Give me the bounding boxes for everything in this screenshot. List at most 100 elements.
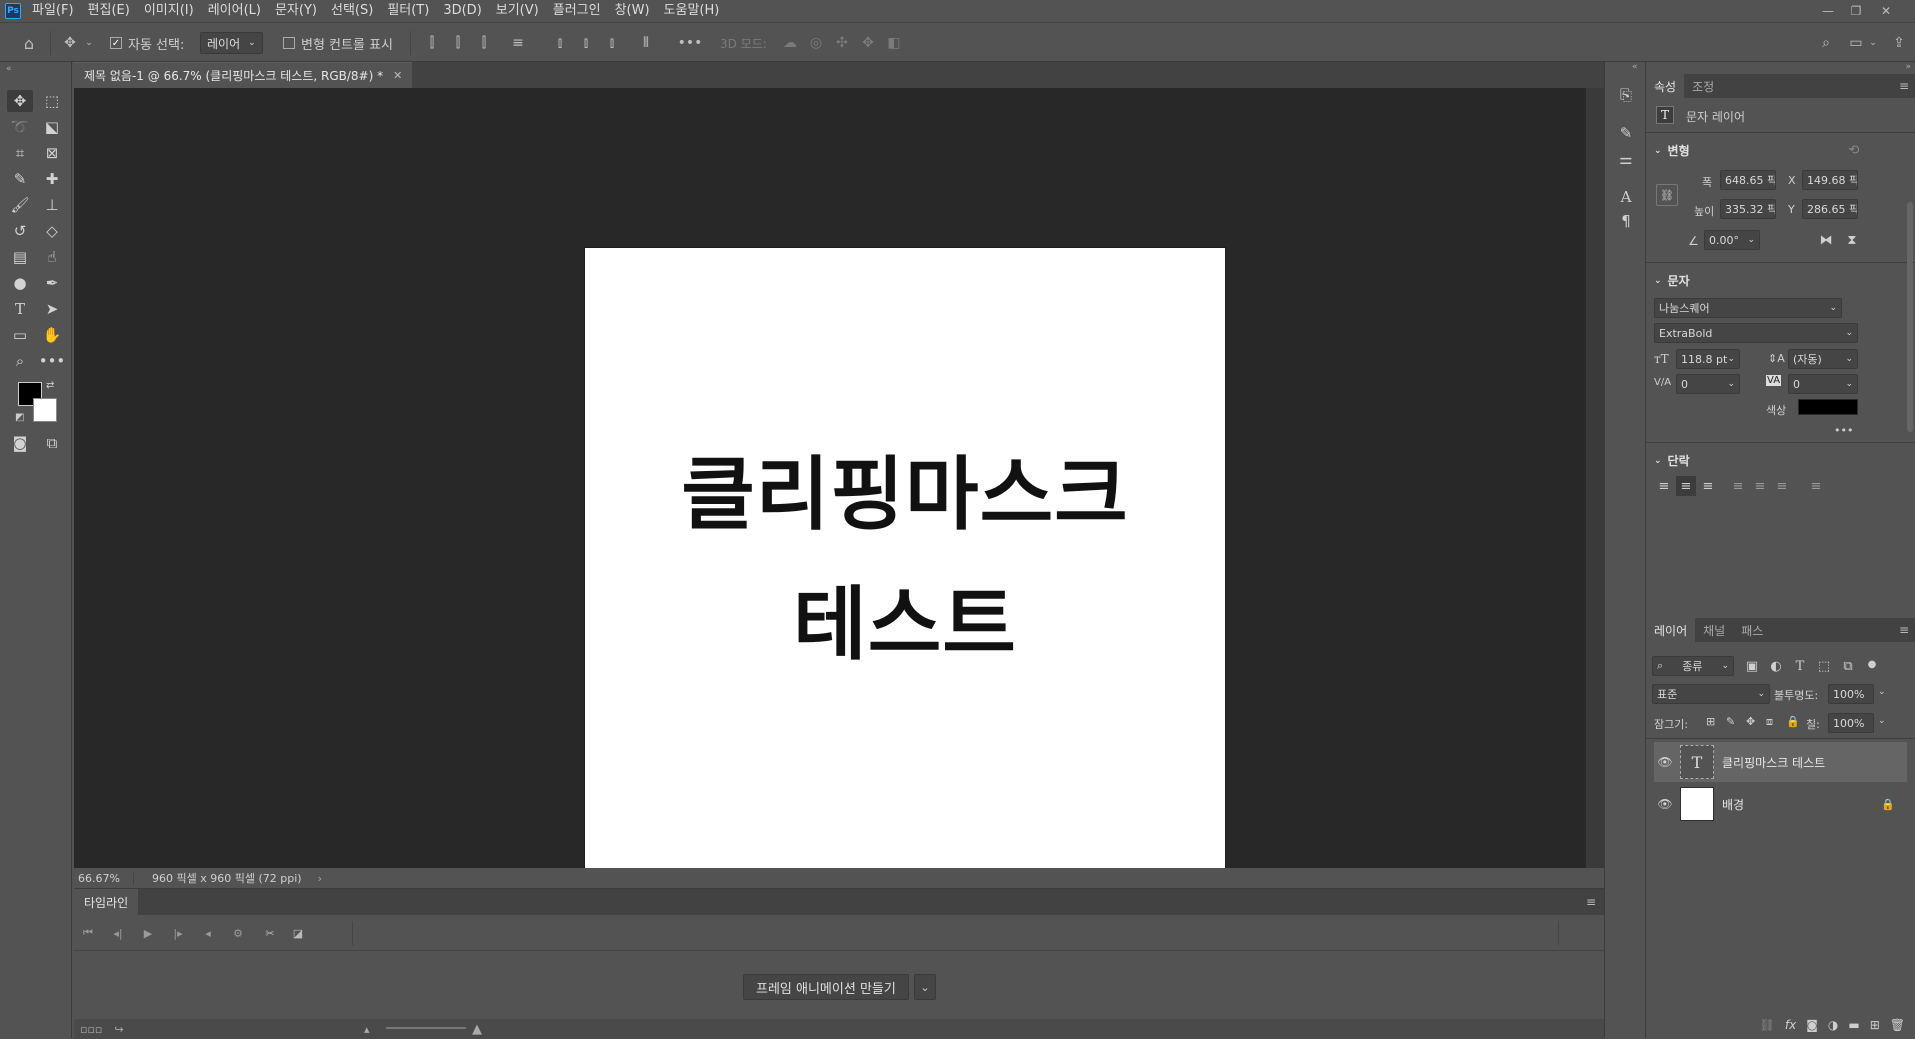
filter-toggle-icon[interactable]: ● <box>1862 654 1882 674</box>
paragraph-section-header[interactable]: ⌄ 단락 <box>1654 452 1690 469</box>
auto-select-checkbox[interactable]: ✓ 자동 선택: <box>110 23 184 63</box>
link-icon[interactable]: ⛓ <box>1656 184 1678 206</box>
text-color-swatch[interactable] <box>1798 399 1858 415</box>
layer-filter-dropdown[interactable]: ⌕ 종류 ⌄ <box>1652 656 1734 676</box>
width-field[interactable]: 648.65 픽셀 <box>1720 170 1776 190</box>
move-tool-icon[interactable]: ✥ <box>60 23 80 63</box>
flip-horizontal-icon[interactable]: ⧓ <box>1816 230 1836 250</box>
menu-3d[interactable]: 3D(D) <box>436 0 488 22</box>
close-window-icon[interactable]: ✕ <box>1873 0 1899 22</box>
close-tab-icon[interactable]: ✕ <box>393 69 402 82</box>
filter-shape-icon[interactable]: ⬚ <box>1814 656 1834 676</box>
swap-colors-icon[interactable]: ⇄ <box>46 380 54 391</box>
new-layer-icon[interactable]: ⊞ <box>1870 1018 1880 1032</box>
more-tools-icon[interactable]: ••• <box>39 350 66 372</box>
pen-tool-icon[interactable]: ✒ <box>39 272 65 294</box>
properties-scrollbar[interactable] <box>1907 202 1913 432</box>
play-icon[interactable]: ▶ <box>138 923 158 943</box>
flip-vertical-icon[interactable]: ⧗ <box>1842 230 1862 250</box>
layer-row-background[interactable]: 👁 배경 🔒 <box>1654 784 1907 824</box>
menu-edit[interactable]: 편집(E) <box>81 0 137 22</box>
canvas-text-line-2[interactable]: 테스트 <box>585 560 1225 676</box>
opacity-field[interactable]: 100% <box>1828 684 1874 704</box>
workspace-icon[interactable]: ▭ <box>1845 23 1867 63</box>
healing-brush-tool-icon[interactable]: ✚ <box>39 168 65 190</box>
more-options-icon[interactable]: ••• <box>1834 424 1853 437</box>
lock-artboard-icon[interactable]: ⧈ <box>1766 715 1773 729</box>
create-frame-animation-button[interactable]: 프레임 애니메이션 만들기 <box>743 974 909 1000</box>
align-center-horizontal-icon[interactable]: ⫿ <box>448 23 468 63</box>
menu-layer[interactable]: 레이어(L) <box>201 0 268 22</box>
adjustment-layer-icon[interactable]: ◑ <box>1828 1018 1838 1032</box>
menu-image[interactable]: 이미지(I) <box>137 0 201 22</box>
distribute-horizontal-icon[interactable]: ⦀ <box>636 23 656 63</box>
zoom-tool-icon[interactable]: ⌕ <box>7 350 33 372</box>
zoom-out-mountain-icon[interactable]: ▴ <box>364 1023 370 1036</box>
blend-mode-dropdown[interactable]: 표준 ⌄ <box>1652 684 1770 704</box>
tab-properties[interactable]: 속성 <box>1646 74 1685 98</box>
vertical-scrollbar[interactable] <box>1586 88 1604 868</box>
home-icon[interactable]: ⌂ <box>18 23 40 63</box>
default-colors-icon[interactable]: ◩ <box>15 412 24 423</box>
align-text-center-icon[interactable]: ≡ <box>1676 476 1696 496</box>
previous-frame-icon[interactable]: ◂| <box>108 923 128 943</box>
minimize-icon[interactable]: — <box>1815 0 1841 22</box>
history-brush-tool-icon[interactable]: ↺ <box>7 220 33 242</box>
first-frame-icon[interactable]: ⏮ <box>78 923 98 943</box>
3d-scale-icon[interactable]: ◧ <box>884 23 904 63</box>
canvas-text-line-1[interactable]: 클리핑마스크 <box>585 430 1225 546</box>
share-icon[interactable]: ⇪ <box>1888 23 1910 63</box>
checkbox-unchecked-icon[interactable] <box>283 37 295 49</box>
chevron-down-icon[interactable]: ⌄ <box>84 23 94 63</box>
add-mask-icon[interactable]: ◙ <box>1806 1018 1818 1032</box>
paragraph-panel-icon[interactable]: ¶ <box>1615 210 1637 232</box>
menu-window[interactable]: 창(W) <box>608 0 657 22</box>
align-bottom-icon[interactable]: ⫾ <box>602 23 622 63</box>
eraser-tool-icon[interactable]: ◇ <box>39 220 65 242</box>
panel-menu-icon[interactable]: ≡ <box>1586 895 1596 909</box>
move-tool-icon[interactable]: ✥ <box>7 90 33 112</box>
search-icon[interactable]: ⌕ <box>1815 23 1837 63</box>
object-selection-tool-icon[interactable]: ⬕ <box>39 116 65 138</box>
panel-menu-icon[interactable]: ≡ <box>1899 623 1909 637</box>
x-position-field[interactable]: 149.68 픽셀 <box>1802 170 1858 190</box>
filter-smart-object-icon[interactable]: ⧉ <box>1838 656 1858 676</box>
zoom-in-mountain-icon[interactable]: ▲ <box>472 1022 482 1037</box>
3d-pan-icon[interactable]: ✣ <box>832 23 852 63</box>
timeline-zoom-slider[interactable] <box>386 1027 466 1029</box>
document-tab[interactable]: 제목 없음-1 @ 66.7% (클리핑마스크 테스트, RGB/8#) * ✕ <box>74 62 413 88</box>
link-layers-icon[interactable]: ⛓ <box>1760 1018 1775 1032</box>
brush-tool-icon[interactable]: 🖌 <box>7 194 33 216</box>
menu-plugins[interactable]: 플러그인 <box>546 0 608 22</box>
hand-tool-icon[interactable]: ✋ <box>39 324 65 346</box>
justify-all-icon[interactable]: ≡ <box>1806 476 1826 496</box>
tab-channels[interactable]: 채널 <box>1695 618 1733 642</box>
distribute-vertical-icon[interactable]: ≡ <box>508 23 528 63</box>
tab-layers[interactable]: 레이어 <box>1646 618 1696 642</box>
font-family-dropdown[interactable]: 나눔스퀘어 ⌄ <box>1654 298 1842 318</box>
delete-layer-icon[interactable]: 🗑 <box>1890 1018 1905 1032</box>
layer-row-text[interactable]: 👁 T 클리핑마스크 테스트 <box>1654 742 1907 782</box>
marquee-tool-icon[interactable]: ⬚ <box>39 90 65 112</box>
path-selection-tool-icon[interactable]: ➤ <box>39 298 65 320</box>
brush-settings-icon[interactable]: ✎ <box>1615 122 1637 144</box>
screen-mode-icon[interactable]: ⧉ <box>39 432 65 454</box>
kerning-field[interactable]: 0 ⌄ <box>1676 374 1740 394</box>
transform-section-header[interactable]: ⌄ 변형 <box>1654 142 1690 159</box>
menu-view[interactable]: 보기(V) <box>489 0 546 22</box>
align-left-icon[interactable]: ⫿ <box>422 23 442 63</box>
panel-menu-icon[interactable]: ≡ <box>1899 79 1909 93</box>
filter-type-icon[interactable]: T <box>1790 656 1810 676</box>
rectangle-tool-icon[interactable]: ▭ <box>7 324 33 346</box>
lock-transparent-icon[interactable]: ⊞ <box>1706 715 1715 728</box>
justify-right-icon[interactable]: ≡ <box>1772 476 1792 496</box>
leading-field[interactable]: (자동) ⌄ <box>1788 349 1858 369</box>
collapse-arrows-icon[interactable]: « <box>1632 62 1638 72</box>
eyedropper-tool-icon[interactable]: ✎ <box>7 168 33 190</box>
audio-icon[interactable]: ◂ <box>198 923 218 943</box>
canvas-area[interactable]: 클리핑마스크 테스트 <box>74 88 1586 888</box>
align-top-icon[interactable]: ⫾ <box>550 23 570 63</box>
split-scissors-icon[interactable]: ✂ <box>260 923 280 943</box>
smudge-tool-icon[interactable]: ☝ <box>39 246 65 268</box>
align-text-right-icon[interactable]: ≡ <box>1698 476 1718 496</box>
